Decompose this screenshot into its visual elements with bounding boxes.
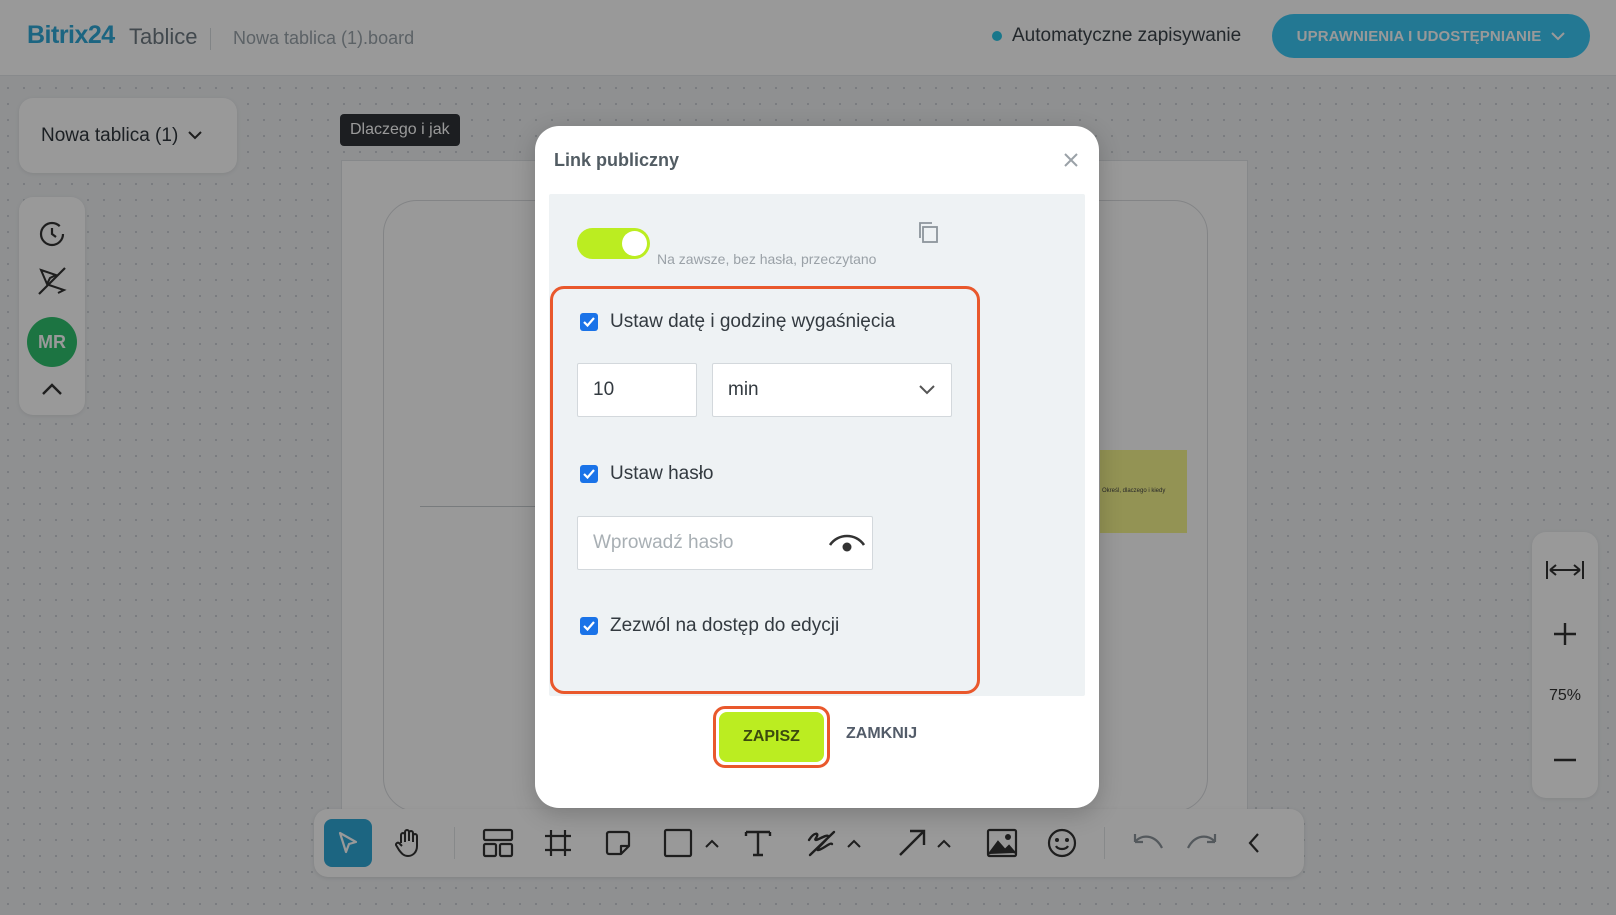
- public-link-toggle[interactable]: [577, 228, 650, 259]
- expiry-checkbox[interactable]: [580, 313, 598, 331]
- options-highlight-box: Ustaw datę i godzinę wygaśnięcia 10 min …: [550, 286, 980, 694]
- edit-access-checkbox-label: Zezwól na dostęp do edycji: [610, 615, 840, 636]
- public-link-modal: Link publiczny Na zawsze, bez hasła, prz…: [535, 126, 1099, 808]
- toggle-caption: Na zawsze, bez hasła, przeczytano: [657, 251, 877, 267]
- password-placeholder: Wprowadź hasło: [593, 532, 734, 553]
- password-checkbox[interactable]: [580, 465, 598, 483]
- eye-icon[interactable]: [828, 531, 866, 555]
- expiry-unit-select[interactable]: min: [712, 363, 952, 417]
- password-checkbox-label: Ustaw hasło: [610, 463, 714, 484]
- copy-icon[interactable]: [916, 220, 940, 244]
- edit-access-checkbox[interactable]: [580, 617, 598, 635]
- close-icon[interactable]: [1059, 148, 1083, 172]
- modal-footer: ZAPISZ ZAMKNIJ: [535, 706, 1099, 776]
- save-button[interactable]: ZAPISZ: [719, 712, 824, 762]
- expiry-option[interactable]: Ustaw datę i godzinę wygaśnięcia: [580, 311, 895, 333]
- expiry-unit-value: min: [728, 379, 759, 400]
- modal-body: Na zawsze, bez hasła, przeczytano Ustaw …: [549, 194, 1085, 696]
- toggle-knob: [622, 231, 647, 256]
- expiry-checkbox-label: Ustaw datę i godzinę wygaśnięcia: [610, 311, 896, 332]
- password-option[interactable]: Ustaw hasło: [580, 463, 714, 485]
- checkmark-icon: [583, 469, 595, 479]
- save-highlight-box: ZAPISZ: [713, 706, 830, 768]
- checkmark-icon: [583, 317, 595, 327]
- edit-access-option[interactable]: Zezwól na dostęp do edycji: [580, 615, 839, 637]
- expiry-value-input[interactable]: 10: [577, 363, 697, 417]
- password-input[interactable]: Wprowadź hasło: [577, 516, 873, 570]
- close-button[interactable]: ZAMKNIJ: [846, 725, 917, 743]
- chevron-down-icon: [919, 385, 935, 395]
- checkmark-icon: [583, 621, 595, 631]
- modal-title: Link publiczny: [554, 150, 680, 170]
